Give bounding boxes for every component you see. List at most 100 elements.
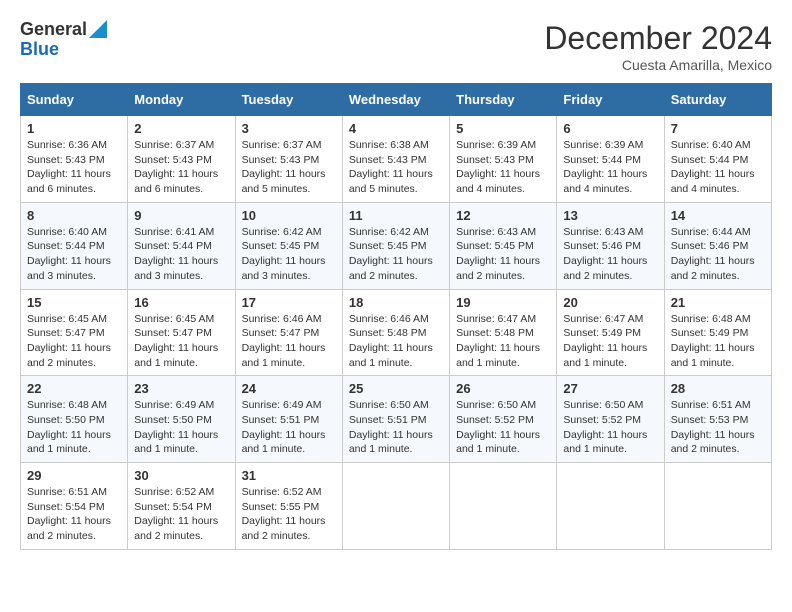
- calendar-cell: 17 Sunrise: 6:46 AM Sunset: 5:47 PM Dayl…: [235, 289, 342, 376]
- day-info: Sunrise: 6:50 AM Sunset: 5:52 PM Dayligh…: [456, 398, 550, 457]
- calendar-cell: 11 Sunrise: 6:42 AM Sunset: 5:45 PM Dayl…: [342, 202, 449, 289]
- day-info: Sunrise: 6:47 AM Sunset: 5:48 PM Dayligh…: [456, 312, 550, 371]
- calendar-cell: 4 Sunrise: 6:38 AM Sunset: 5:43 PM Dayli…: [342, 116, 449, 203]
- calendar-week-row-3: 15 Sunrise: 6:45 AM Sunset: 5:47 PM Dayl…: [21, 289, 772, 376]
- day-number: 31: [242, 468, 336, 483]
- calendar-cell: 9 Sunrise: 6:41 AM Sunset: 5:44 PM Dayli…: [128, 202, 235, 289]
- day-info: Sunrise: 6:52 AM Sunset: 5:55 PM Dayligh…: [242, 485, 336, 544]
- calendar-cell: 22 Sunrise: 6:48 AM Sunset: 5:50 PM Dayl…: [21, 376, 128, 463]
- calendar-cell: 5 Sunrise: 6:39 AM Sunset: 5:43 PM Dayli…: [450, 116, 557, 203]
- day-number: 22: [27, 381, 121, 396]
- day-info: Sunrise: 6:43 AM Sunset: 5:46 PM Dayligh…: [563, 225, 657, 284]
- calendar-week-row-4: 22 Sunrise: 6:48 AM Sunset: 5:50 PM Dayl…: [21, 376, 772, 463]
- day-number: 19: [456, 295, 550, 310]
- day-info: Sunrise: 6:45 AM Sunset: 5:47 PM Dayligh…: [27, 312, 121, 371]
- day-number: 3: [242, 121, 336, 136]
- logo-text-blue: Blue: [20, 39, 59, 59]
- col-saturday: Saturday: [664, 84, 771, 116]
- logo-arrow-icon: [89, 20, 107, 38]
- day-number: 23: [134, 381, 228, 396]
- calendar-cell: 20 Sunrise: 6:47 AM Sunset: 5:49 PM Dayl…: [557, 289, 664, 376]
- day-info: Sunrise: 6:39 AM Sunset: 5:44 PM Dayligh…: [563, 138, 657, 197]
- day-info: Sunrise: 6:42 AM Sunset: 5:45 PM Dayligh…: [349, 225, 443, 284]
- day-info: Sunrise: 6:38 AM Sunset: 5:43 PM Dayligh…: [349, 138, 443, 197]
- day-number: 28: [671, 381, 765, 396]
- day-info: Sunrise: 6:40 AM Sunset: 5:44 PM Dayligh…: [671, 138, 765, 197]
- location: Cuesta Amarilla, Mexico: [544, 57, 772, 73]
- day-info: Sunrise: 6:46 AM Sunset: 5:48 PM Dayligh…: [349, 312, 443, 371]
- day-number: 26: [456, 381, 550, 396]
- calendar-cell: 2 Sunrise: 6:37 AM Sunset: 5:43 PM Dayli…: [128, 116, 235, 203]
- calendar-table: Sunday Monday Tuesday Wednesday Thursday…: [20, 83, 772, 550]
- day-info: Sunrise: 6:36 AM Sunset: 5:43 PM Dayligh…: [27, 138, 121, 197]
- day-info: Sunrise: 6:46 AM Sunset: 5:47 PM Dayligh…: [242, 312, 336, 371]
- day-info: Sunrise: 6:49 AM Sunset: 5:50 PM Dayligh…: [134, 398, 228, 457]
- day-info: Sunrise: 6:39 AM Sunset: 5:43 PM Dayligh…: [456, 138, 550, 197]
- day-info: Sunrise: 6:37 AM Sunset: 5:43 PM Dayligh…: [242, 138, 336, 197]
- day-number: 11: [349, 208, 443, 223]
- day-info: Sunrise: 6:48 AM Sunset: 5:49 PM Dayligh…: [671, 312, 765, 371]
- day-info: Sunrise: 6:51 AM Sunset: 5:53 PM Dayligh…: [671, 398, 765, 457]
- day-number: 7: [671, 121, 765, 136]
- day-info: Sunrise: 6:49 AM Sunset: 5:51 PM Dayligh…: [242, 398, 336, 457]
- calendar-cell: 13 Sunrise: 6:43 AM Sunset: 5:46 PM Dayl…: [557, 202, 664, 289]
- day-info: Sunrise: 6:50 AM Sunset: 5:52 PM Dayligh…: [563, 398, 657, 457]
- day-info: Sunrise: 6:47 AM Sunset: 5:49 PM Dayligh…: [563, 312, 657, 371]
- day-number: 13: [563, 208, 657, 223]
- calendar-cell: 18 Sunrise: 6:46 AM Sunset: 5:48 PM Dayl…: [342, 289, 449, 376]
- title-section: December 2024 Cuesta Amarilla, Mexico: [544, 20, 772, 73]
- day-number: 27: [563, 381, 657, 396]
- calendar-cell: 3 Sunrise: 6:37 AM Sunset: 5:43 PM Dayli…: [235, 116, 342, 203]
- col-tuesday: Tuesday: [235, 84, 342, 116]
- calendar-cell: 1 Sunrise: 6:36 AM Sunset: 5:43 PM Dayli…: [21, 116, 128, 203]
- calendar-week-row-1: 1 Sunrise: 6:36 AM Sunset: 5:43 PM Dayli…: [21, 116, 772, 203]
- day-info: Sunrise: 6:42 AM Sunset: 5:45 PM Dayligh…: [242, 225, 336, 284]
- day-info: Sunrise: 6:45 AM Sunset: 5:47 PM Dayligh…: [134, 312, 228, 371]
- day-info: Sunrise: 6:44 AM Sunset: 5:46 PM Dayligh…: [671, 225, 765, 284]
- calendar-cell: 27 Sunrise: 6:50 AM Sunset: 5:52 PM Dayl…: [557, 376, 664, 463]
- col-friday: Friday: [557, 84, 664, 116]
- col-thursday: Thursday: [450, 84, 557, 116]
- calendar-cell: [342, 463, 449, 550]
- logo-text-general: General: [20, 20, 87, 40]
- day-number: 1: [27, 121, 121, 136]
- calendar-cell: 16 Sunrise: 6:45 AM Sunset: 5:47 PM Dayl…: [128, 289, 235, 376]
- calendar-week-row-2: 8 Sunrise: 6:40 AM Sunset: 5:44 PM Dayli…: [21, 202, 772, 289]
- day-number: 6: [563, 121, 657, 136]
- calendar-cell: [557, 463, 664, 550]
- day-number: 5: [456, 121, 550, 136]
- day-info: Sunrise: 6:48 AM Sunset: 5:50 PM Dayligh…: [27, 398, 121, 457]
- day-number: 9: [134, 208, 228, 223]
- day-number: 16: [134, 295, 228, 310]
- calendar-cell: [664, 463, 771, 550]
- day-number: 25: [349, 381, 443, 396]
- calendar-cell: 21 Sunrise: 6:48 AM Sunset: 5:49 PM Dayl…: [664, 289, 771, 376]
- day-number: 15: [27, 295, 121, 310]
- day-number: 18: [349, 295, 443, 310]
- calendar-cell: 26 Sunrise: 6:50 AM Sunset: 5:52 PM Dayl…: [450, 376, 557, 463]
- day-number: 12: [456, 208, 550, 223]
- col-monday: Monday: [128, 84, 235, 116]
- day-info: Sunrise: 6:37 AM Sunset: 5:43 PM Dayligh…: [134, 138, 228, 197]
- calendar-week-row-5: 29 Sunrise: 6:51 AM Sunset: 5:54 PM Dayl…: [21, 463, 772, 550]
- calendar-cell: 14 Sunrise: 6:44 AM Sunset: 5:46 PM Dayl…: [664, 202, 771, 289]
- day-info: Sunrise: 6:40 AM Sunset: 5:44 PM Dayligh…: [27, 225, 121, 284]
- day-number: 10: [242, 208, 336, 223]
- calendar-cell: 15 Sunrise: 6:45 AM Sunset: 5:47 PM Dayl…: [21, 289, 128, 376]
- day-info: Sunrise: 6:51 AM Sunset: 5:54 PM Dayligh…: [27, 485, 121, 544]
- calendar-cell: 31 Sunrise: 6:52 AM Sunset: 5:55 PM Dayl…: [235, 463, 342, 550]
- page-header: General Blue December 2024 Cuesta Amaril…: [20, 20, 772, 73]
- calendar-cell: 24 Sunrise: 6:49 AM Sunset: 5:51 PM Dayl…: [235, 376, 342, 463]
- day-number: 8: [27, 208, 121, 223]
- day-number: 2: [134, 121, 228, 136]
- calendar-cell: 12 Sunrise: 6:43 AM Sunset: 5:45 PM Dayl…: [450, 202, 557, 289]
- day-number: 24: [242, 381, 336, 396]
- calendar-cell: [450, 463, 557, 550]
- col-wednesday: Wednesday: [342, 84, 449, 116]
- calendar-cell: 8 Sunrise: 6:40 AM Sunset: 5:44 PM Dayli…: [21, 202, 128, 289]
- day-number: 20: [563, 295, 657, 310]
- day-number: 4: [349, 121, 443, 136]
- day-info: Sunrise: 6:41 AM Sunset: 5:44 PM Dayligh…: [134, 225, 228, 284]
- day-number: 29: [27, 468, 121, 483]
- month-title: December 2024: [544, 20, 772, 57]
